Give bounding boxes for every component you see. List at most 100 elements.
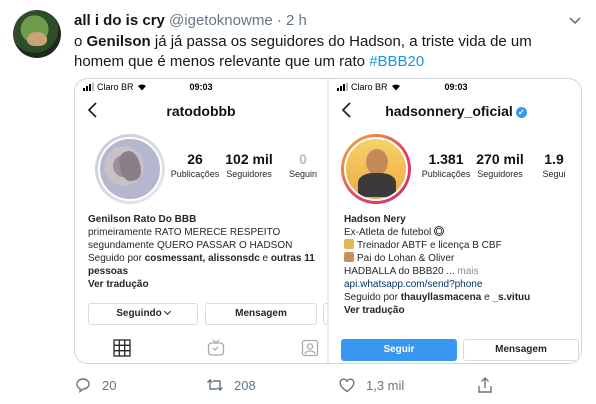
share-icon [478,377,492,393]
stat-number: 26 [187,151,203,167]
stat-number: 0 [299,151,307,167]
tweet-header: all i do is cry @igetoknowme · 2 h [74,12,307,29]
chevron-down-icon[interactable] [567,12,583,28]
followed-mid: e [481,292,493,303]
tweet-text-prefix: o [74,33,87,50]
stat-posts[interactable]: 26 Publicações [168,151,222,179]
tweet-text: o Genilson já já passa os seguidores do … [74,32,584,72]
translate-link[interactable]: Ver tradução [344,304,580,317]
followed-mid: e [259,253,271,264]
grid-icon[interactable] [113,339,131,357]
profile-tabs [75,337,327,361]
bio-name: Hadson Nery [344,214,406,225]
family-icon [344,252,354,262]
stat-label: Seguin [288,169,318,179]
verified-badge-icon: ✓ [515,107,527,118]
profile-stats: 1.381 Publicações 270 mil Seguidores 1.9… [419,151,581,179]
bio-line-text: HADBALLA do BBB20 ... [344,266,455,277]
hashtag-link[interactable]: #BBB20 [369,53,424,70]
profile-bio: Hadson Nery Ex-Atleta de futebol Treinad… [344,213,580,317]
display-name[interactable]: all i do is cry [74,12,165,29]
bio-line-text: Ex-Atleta de futebol [344,227,432,238]
follow-label: Seguir [383,344,415,355]
stat-following[interactable]: 1.9 Segui [527,151,581,179]
stat-number: 270 mil [476,151,524,167]
bio-line: HADBALLA do BBB20 ... mais [344,265,580,278]
followed-by[interactable]: Seguido por thauyllasmacena e _s.vituu [344,291,580,304]
stat-following[interactable]: 0 Seguin [276,151,327,179]
chevron-down-icon [163,307,171,316]
heart-icon [339,378,355,393]
separator: · [276,12,282,29]
translate-link[interactable]: Ver tradução [88,278,324,291]
like-button[interactable]: 1,3 mil [338,376,404,394]
message-label: Mensagem [495,344,547,355]
following-label: Seguindo [116,308,162,319]
tweet-actions: 20 208 1,3 mil [74,372,584,398]
bio-line: Ex-Atleta de futebol [344,226,580,239]
following-button[interactable]: Seguindo [88,303,198,325]
clock: 09:03 [189,82,213,92]
timestamp[interactable]: 2 h [286,12,307,29]
bio-link[interactable]: api.whatsapp.com/send?phone [344,278,580,291]
profile-topbar: hadsonnery_oficial ✓ [329,101,581,123]
more-link[interactable]: mais [455,266,478,277]
followed-prefix: Seguido por [344,292,401,303]
followed-names: thauyllasmacena [400,292,482,303]
bio-line: Treinador ABTF e licença B CBF [344,239,580,252]
profile-username: hadsonnery_oficial ✓ [329,103,581,119]
followed-other: _s.vituu [492,292,531,303]
followed-tail: pessoas [88,266,129,277]
message-button[interactable]: Mensagem [205,303,317,325]
tagged-icon[interactable] [301,339,319,357]
screenshot-right: Claro BR 09:03 hadsonnery_oficial ✓ 1.381… [329,79,581,363]
status-bar: Claro BR 09:03 [329,81,581,95]
bio-line: primeiramente RATO MERECE RESPEITO [88,227,281,238]
profile-picture[interactable] [341,134,411,204]
followed-by[interactable]: Seguido por cosmessant, alissonsdc e out… [88,252,324,265]
profile-bio: Genilson Rato Do BBB primeiramente RATO … [88,213,324,291]
bio-line-text: Treinador ABTF e licença B CBF [357,240,502,251]
screenshot-left: Claro BR 09:03 ratodobbb 26 Publicações … [75,79,327,363]
share-button[interactable] [476,376,494,394]
rat-photo [98,137,162,201]
message-button[interactable]: Mensagem [463,339,579,361]
reply-button[interactable]: 20 [74,376,116,394]
user-handle[interactable]: @igetoknowme [169,12,273,29]
reply-icon [76,378,90,393]
stat-posts[interactable]: 1.381 Publicações [419,151,473,179]
stat-label: Seguidores [477,169,523,179]
stat-label: Seguidores [226,169,272,179]
retweet-button[interactable]: 208 [206,376,256,394]
status-bar: Claro BR 09:03 [75,81,327,95]
follow-button[interactable]: Seguir [341,339,457,361]
stat-followers[interactable]: 270 mil Seguidores [473,151,527,179]
stat-number: 102 mil [225,151,273,167]
stat-label: Segui [542,169,566,179]
bio-name: Genilson Rato Do BBB [88,214,197,225]
stat-number: 1.381 [428,151,464,167]
clock: 09:03 [444,82,468,92]
igtv-icon[interactable] [207,339,225,357]
bio-line: Pai do Lohan & Oliver [344,252,580,265]
profile-stats: 26 Publicações 102 mil Seguidores 0 Segu… [168,151,327,179]
followed-others: outras 11 [270,253,315,264]
bio-line-text: Pai do Lohan & Oliver [357,253,455,264]
retweet-icon [207,379,223,391]
username-text: hadsonnery_oficial [385,103,513,119]
stat-number: 1.9 [544,151,564,167]
followed-names: cosmessant, alissonsdc [144,253,260,264]
profile-photo [344,137,408,201]
stat-label: Publicações [170,169,220,179]
profile-picture[interactable] [95,134,165,204]
tweet-media[interactable]: Claro BR 09:03 ratodobbb 26 Publicações … [74,78,582,364]
followed-prefix: Seguido por [88,253,145,264]
profile-topbar: ratodobbb [75,101,327,123]
soccer-ball-icon [434,226,445,236]
profile-username: ratodobbb [166,103,236,119]
tweet-text-bold: Genilson [86,33,151,50]
stat-followers[interactable]: 102 mil Seguidores [222,151,276,179]
message-label: Mensagem [235,308,287,319]
avatar[interactable] [13,10,61,58]
tweet: all i do is cry @igetoknowme · 2 h o Gen… [0,0,596,404]
